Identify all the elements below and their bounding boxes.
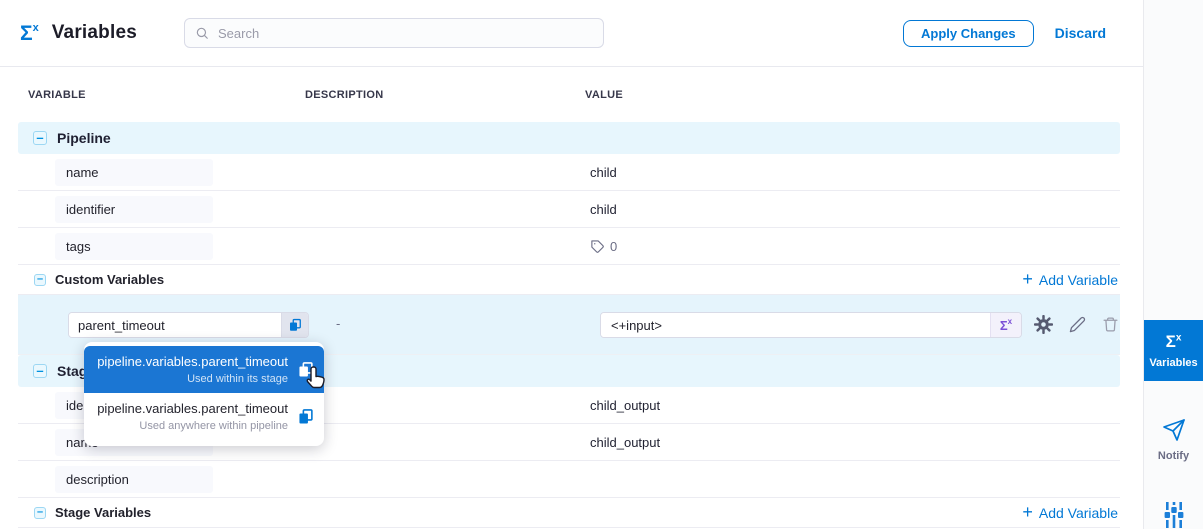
table-row: identifier child [18, 191, 1120, 228]
search-box [184, 18, 604, 48]
plus-icon: + [1022, 270, 1033, 288]
collapse-minus-icon[interactable]: – [33, 364, 47, 378]
variable-name-label: description [55, 466, 213, 493]
sidebar-item-label: Variables [1149, 357, 1197, 369]
sigma-sup-glyph: x [33, 23, 39, 34]
edit-pencil-icon[interactable] [1069, 316, 1086, 333]
description-dash: - [336, 316, 340, 331]
right-sidebar: Σx Variables Notify [1143, 0, 1203, 529]
table-row: tags 0 [18, 228, 1120, 265]
sidebar-item-flow-control[interactable] [1144, 500, 1203, 529]
table-header-row: VARIABLE DESCRIPTION VALUE [18, 67, 1120, 122]
variable-value: child_output [585, 435, 1120, 450]
variable-reference-dropdown: pipeline.variables.parent_timeout Used w… [84, 342, 324, 446]
sigma-icon: Σx [1166, 333, 1182, 350]
add-variable-button[interactable]: + Add Variable [1022, 505, 1118, 521]
variable-name-label: tags [55, 233, 213, 260]
variables-panel: Σx Variables Apply Changes Discard VARIA… [0, 0, 1143, 529]
apply-changes-button[interactable]: Apply Changes [903, 20, 1034, 47]
sliders-icon [1162, 500, 1186, 529]
column-header-description: DESCRIPTION [305, 89, 585, 101]
variable-reference-scope: Used anywhere within pipeline [96, 420, 288, 432]
paper-plane-icon [1162, 418, 1186, 442]
variable-reference-path: pipeline.variables.parent_timeout [96, 354, 288, 369]
variable-name-input[interactable] [69, 313, 281, 337]
variable-value: child_output [585, 398, 1120, 413]
group-title: Custom Variables [55, 272, 164, 287]
variables-sigma-logo-icon: Σx [20, 23, 39, 44]
variable-name-label: name [55, 159, 213, 186]
copy-icon[interactable] [297, 408, 314, 425]
delete-trash-icon[interactable] [1102, 316, 1119, 333]
top-bar: Σx Variables Apply Changes Discard [0, 0, 1143, 67]
variable-value: child [585, 165, 1120, 180]
section-row-pipeline[interactable]: – Pipeline [18, 122, 1120, 154]
section-row-custom-variables: – Custom Variables + Add Variable [18, 265, 1120, 295]
discard-button[interactable]: Discard [1055, 25, 1106, 41]
add-variable-button[interactable]: + Add Variable [1022, 272, 1118, 288]
table-row: description [18, 461, 1120, 498]
collapse-minus-icon[interactable]: – [34, 507, 46, 519]
table-row: name child [18, 154, 1120, 191]
variable-value: child [585, 202, 1120, 217]
tag-icon [590, 239, 605, 254]
tags-value: 0 [585, 239, 1120, 254]
dropdown-item-pipeline-scope[interactable]: pipeline.variables.parent_timeout Used a… [84, 393, 324, 440]
page-title: Variables [52, 22, 137, 44]
group-title: Stage Variables [55, 505, 151, 520]
collapse-minus-icon[interactable]: – [34, 274, 46, 286]
variable-name-label: identifier [55, 196, 213, 223]
section-row-stage-variables: – Stage Variables + Add Variable [18, 498, 1120, 528]
search-input[interactable] [216, 25, 593, 42]
column-header-value: VALUE [585, 89, 1120, 101]
expression-sigma-badge[interactable]: Σx [990, 313, 1021, 337]
collapse-minus-icon[interactable]: – [33, 131, 47, 145]
copy-icon-button[interactable] [281, 313, 308, 337]
mouse-cursor-icon [303, 366, 327, 395]
settings-gear-icon[interactable] [1034, 315, 1053, 334]
variable-value-input-group: Σx [600, 312, 1022, 338]
plus-icon: + [1022, 503, 1033, 521]
column-header-variable: VARIABLE [28, 89, 305, 101]
sidebar-item-variables[interactable]: Σx Variables [1144, 320, 1203, 381]
variables-table: VARIABLE DESCRIPTION VALUE – Pipeline na… [18, 67, 1120, 528]
sidebar-item-notify[interactable]: Notify [1144, 418, 1203, 462]
variable-value-input[interactable] [601, 313, 990, 337]
sigma-glyph: Σ [20, 23, 33, 44]
search-icon [195, 26, 209, 40]
variable-name-input-group [68, 312, 309, 338]
copy-icon [288, 318, 302, 332]
dropdown-item-stage-scope[interactable]: pipeline.variables.parent_timeout Used w… [84, 346, 324, 393]
sidebar-item-label: Notify [1158, 450, 1189, 462]
section-title: Pipeline [57, 130, 111, 146]
row-actions [1034, 315, 1119, 334]
variable-reference-scope: Used within its stage [96, 373, 288, 385]
variable-reference-path: pipeline.variables.parent_timeout [96, 401, 288, 416]
